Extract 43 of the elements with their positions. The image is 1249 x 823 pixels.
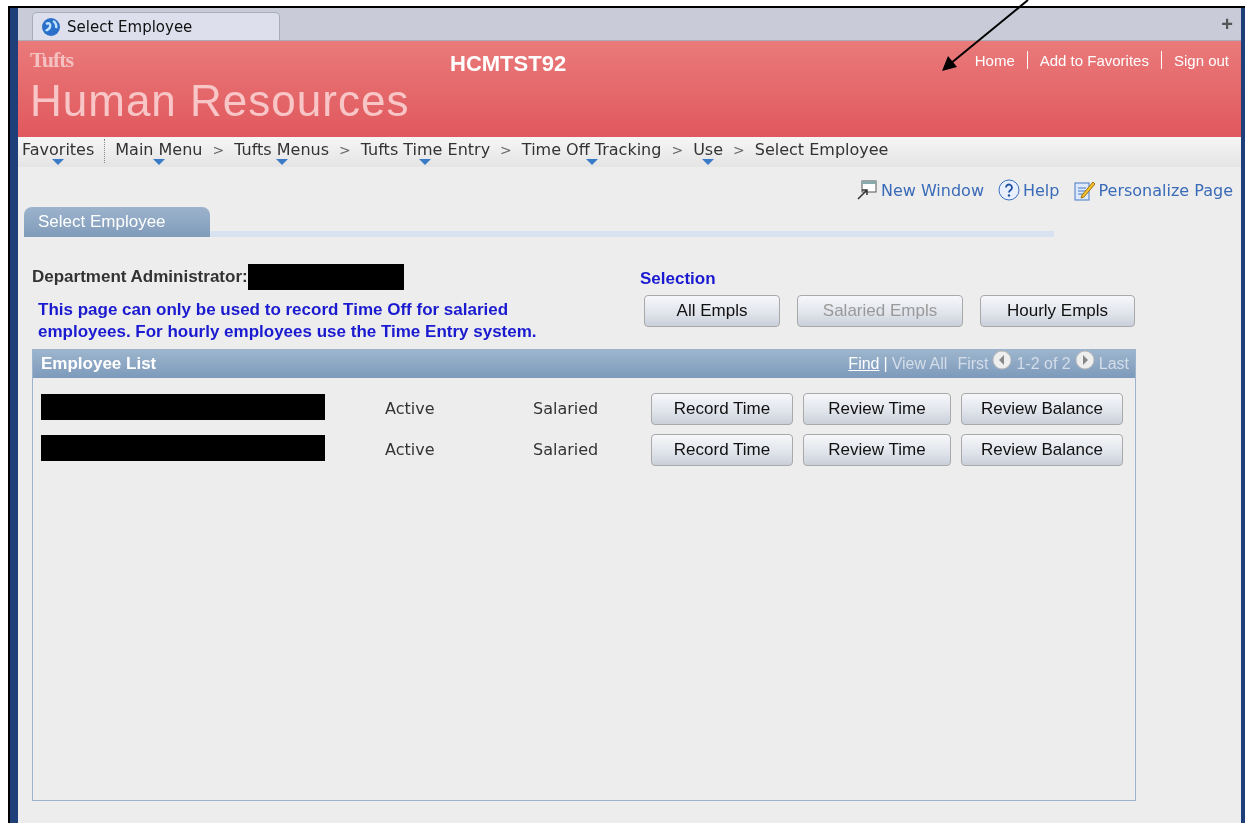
table-cell-text: Active [385,440,436,459]
filter-button[interactable]: Hourly Empls [980,295,1135,327]
next-icon [1074,350,1095,370]
separator-icon: > [212,139,225,161]
new-tab-button[interactable]: + [1221,12,1233,36]
logo: Tufts [30,47,75,73]
breadcrumb-item[interactable]: Main Menu [115,139,203,165]
notepad-pencil-icon [1073,179,1096,201]
filter-button[interactable]: All Empls [644,295,780,327]
section-title: Selection [640,269,717,289]
previous-icon [992,350,1013,370]
page-link[interactable]: Help [998,177,1060,203]
table-cell-text: Salaried [533,440,600,459]
row-button[interactable]: Record Time [651,392,793,425]
separator-icon: > [671,139,684,161]
table-cell-text: Salaried [533,399,600,418]
breadcrumb-item[interactable]: Tufts Menus [234,139,330,165]
row-button[interactable]: Review Time [803,392,951,425]
row-button[interactable]: Review Time [803,433,951,466]
row-button[interactable]: Review Balance [961,433,1123,466]
table-cell-text: Active [385,399,436,418]
app-title: Human Resources [30,79,411,123]
breadcrumb-item[interactable]: Use [693,139,724,165]
separator-icon: > [733,139,745,161]
row-range: 1-2 of 2 [1016,355,1071,373]
system-name: HCMTST92 [450,51,567,77]
separator-icon: > [339,139,351,161]
browser-tab[interactable]: Select Employee [32,12,280,40]
row-button[interactable]: Review Balance [961,392,1123,425]
page-link[interactable]: Personalize Page [1073,177,1233,203]
breadcrumb-item[interactable]: Time Off Tracking [521,139,662,165]
help-icon [998,179,1020,201]
separator: | [883,355,888,373]
breadcrumb-item[interactable]: Tufts Time Entry [360,139,491,165]
breadcrumb-item[interactable]: Favorites [22,139,95,165]
grid-title: Employee List [41,354,157,374]
notice-text: This page can only be used to record Time Off for salaried employees. For hourly employees use the Time Entry system. [38,299,538,343]
breadcrumb-item: Select Employee [754,139,889,161]
window-icon [855,179,878,201]
separator-icon: > [500,139,512,161]
page-link[interactable]: New Window [855,177,984,203]
field-label: Department Administrator: [32,267,248,287]
row-button[interactable]: Record Time [651,433,793,466]
